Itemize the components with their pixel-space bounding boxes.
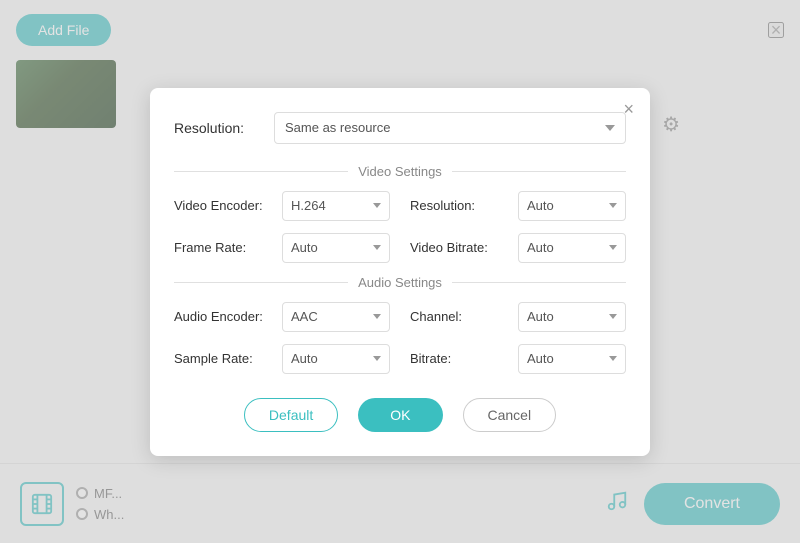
- cancel-button[interactable]: Cancel: [463, 398, 557, 432]
- audio-encoder-label: Audio Encoder:: [174, 309, 274, 324]
- channel-row: Channel: Auto: [410, 302, 626, 332]
- video-encoder-label: Video Encoder:: [174, 198, 274, 213]
- resolution-top-label: Resolution:: [174, 120, 274, 136]
- audio-settings-grid: Audio Encoder: AAC Channel: Auto Sample …: [174, 302, 626, 374]
- sample-rate-row: Sample Rate: Auto: [174, 344, 390, 374]
- settings-modal: × Resolution: Same as resource Video Set…: [150, 88, 650, 456]
- video-bitrate-row: Video Bitrate: Auto: [410, 233, 626, 263]
- video-encoder-row: Video Encoder: H.264: [174, 191, 390, 221]
- resolution-right-select[interactable]: Auto: [518, 191, 626, 221]
- modal-close-button[interactable]: ×: [623, 100, 634, 118]
- divider-line-left: [174, 171, 348, 172]
- sample-rate-label: Sample Rate:: [174, 351, 274, 366]
- default-button[interactable]: Default: [244, 398, 338, 432]
- resolution-top-select[interactable]: Same as resource: [274, 112, 626, 144]
- sample-rate-select[interactable]: Auto: [282, 344, 390, 374]
- audio-settings-divider: Audio Settings: [174, 275, 626, 290]
- frame-rate-label: Frame Rate:: [174, 240, 274, 255]
- video-settings-title: Video Settings: [358, 164, 442, 179]
- video-settings-grid: Video Encoder: H.264 Resolution: Auto Fr…: [174, 191, 626, 263]
- audio-divider-left: [174, 282, 348, 283]
- resolution-top-row: Resolution: Same as resource: [174, 112, 626, 144]
- frame-rate-select[interactable]: Auto: [282, 233, 390, 263]
- frame-rate-row: Frame Rate: Auto: [174, 233, 390, 263]
- audio-encoder-select[interactable]: AAC: [282, 302, 390, 332]
- audio-encoder-row: Audio Encoder: AAC: [174, 302, 390, 332]
- bitrate-label: Bitrate:: [410, 351, 510, 366]
- video-bitrate-label: Video Bitrate:: [410, 240, 510, 255]
- video-settings-divider: Video Settings: [174, 164, 626, 179]
- divider-line-right: [452, 171, 626, 172]
- ok-button[interactable]: OK: [358, 398, 442, 432]
- video-encoder-select[interactable]: H.264: [282, 191, 390, 221]
- channel-select[interactable]: Auto: [518, 302, 626, 332]
- bitrate-row: Bitrate: Auto: [410, 344, 626, 374]
- modal-buttons: Default OK Cancel: [174, 398, 626, 432]
- resolution-right-label: Resolution:: [410, 198, 510, 213]
- resolution-right-row: Resolution: Auto: [410, 191, 626, 221]
- bitrate-select[interactable]: Auto: [518, 344, 626, 374]
- modal-overlay: × Resolution: Same as resource Video Set…: [0, 0, 800, 543]
- audio-settings-title: Audio Settings: [358, 275, 442, 290]
- app-background: Add File × AVI ⚙: [0, 0, 800, 543]
- audio-divider-right: [452, 282, 626, 283]
- video-bitrate-select[interactable]: Auto: [518, 233, 626, 263]
- channel-label: Channel:: [410, 309, 510, 324]
